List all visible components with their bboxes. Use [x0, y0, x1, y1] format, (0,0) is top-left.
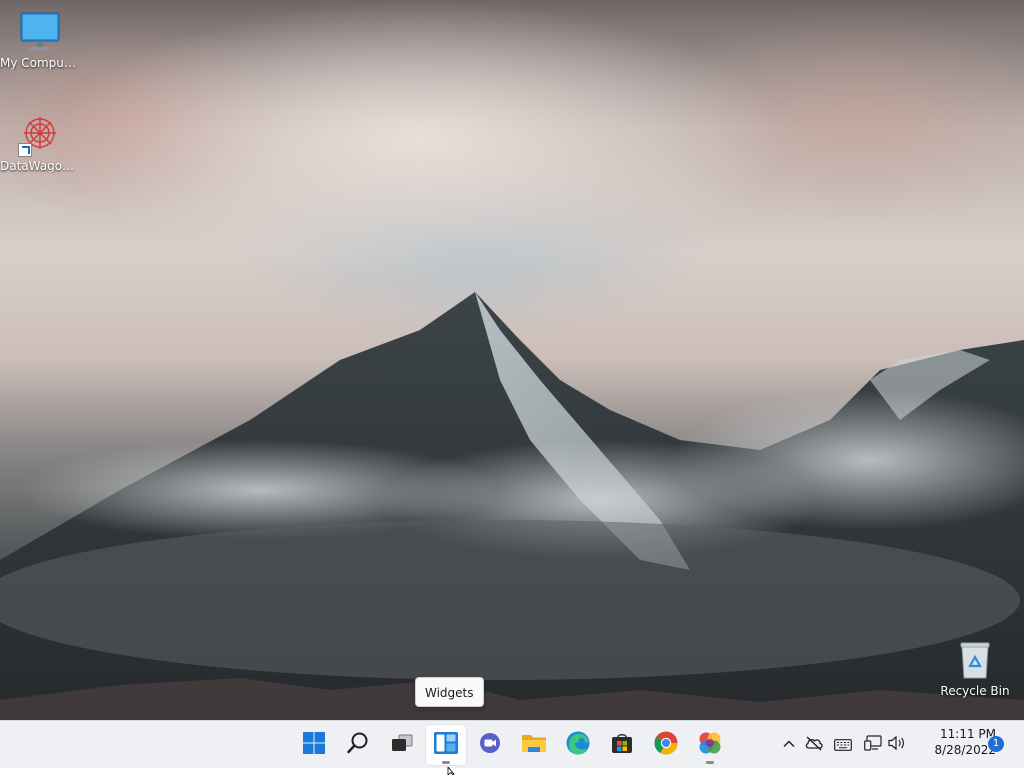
desktop-icon-label: My Computer	[0, 56, 80, 70]
mouse-cursor-icon	[447, 760, 459, 779]
widgets-tooltip: Widgets	[415, 677, 484, 707]
volume-button[interactable]	[886, 733, 908, 757]
desktop-icon-label: DataWagon...	[0, 159, 80, 173]
datawagon-app-icon	[18, 113, 62, 157]
taskbar-chrome-button[interactable]	[646, 725, 686, 765]
folder-icon	[521, 731, 547, 759]
show-hidden-icons-button[interactable]	[778, 733, 800, 757]
network-button[interactable]	[862, 733, 884, 757]
onedrive-button[interactable]	[803, 733, 825, 757]
desktop-icon-recycle-bin[interactable]: Recycle Bin	[935, 638, 1015, 698]
clock-date: 8/28/2022	[934, 743, 996, 757]
widgets-icon	[433, 731, 459, 759]
taskbar-store-button[interactable]	[602, 725, 642, 765]
desktop-icon-label: Recycle Bin	[940, 684, 1010, 698]
monitor-icon	[18, 10, 62, 54]
desktop-icon-datawagon[interactable]: DataWagon...	[0, 113, 80, 173]
chrome-icon	[653, 730, 679, 760]
desktop-icon-my-computer[interactable]: My Computer	[0, 10, 80, 70]
input-indicator-button[interactable]	[832, 733, 854, 757]
clock-time: 11:11 PM	[940, 727, 996, 741]
shortcut-arrow-icon	[18, 143, 32, 157]
taskbar-edge-button[interactable]	[558, 725, 598, 765]
volume-icon	[887, 735, 907, 755]
taskbar-search-button[interactable]	[338, 725, 378, 765]
taskbar-app-button[interactable]	[690, 725, 730, 765]
desktop-wallpaper	[0, 0, 1024, 720]
chevron-up-icon	[782, 736, 796, 755]
taskbar-start-button[interactable]	[294, 725, 334, 765]
keyboard-icon	[834, 736, 852, 755]
network-icon	[864, 735, 882, 755]
search-icon	[346, 731, 370, 759]
taskbar-chat-button[interactable]	[470, 725, 510, 765]
recycle-bin-icon	[953, 638, 997, 682]
taskbar-file-explorer-button[interactable]	[514, 725, 554, 765]
taskbar	[0, 720, 1024, 768]
colorful-app-icon	[697, 730, 723, 760]
chat-icon	[478, 731, 502, 759]
taskbar-widgets-button[interactable]	[426, 725, 466, 765]
store-icon	[610, 731, 634, 759]
edge-icon	[565, 730, 591, 760]
taskbar-task-view-button[interactable]	[382, 725, 422, 765]
taskbar-clock[interactable]: 11:11 PM 8/28/2022	[916, 726, 996, 758]
cloud-offline-icon	[804, 735, 824, 755]
windows-start-icon	[302, 731, 326, 759]
task-view-icon	[390, 731, 414, 759]
notification-badge[interactable]: 1	[988, 736, 1004, 752]
running-indicator	[706, 761, 714, 764]
